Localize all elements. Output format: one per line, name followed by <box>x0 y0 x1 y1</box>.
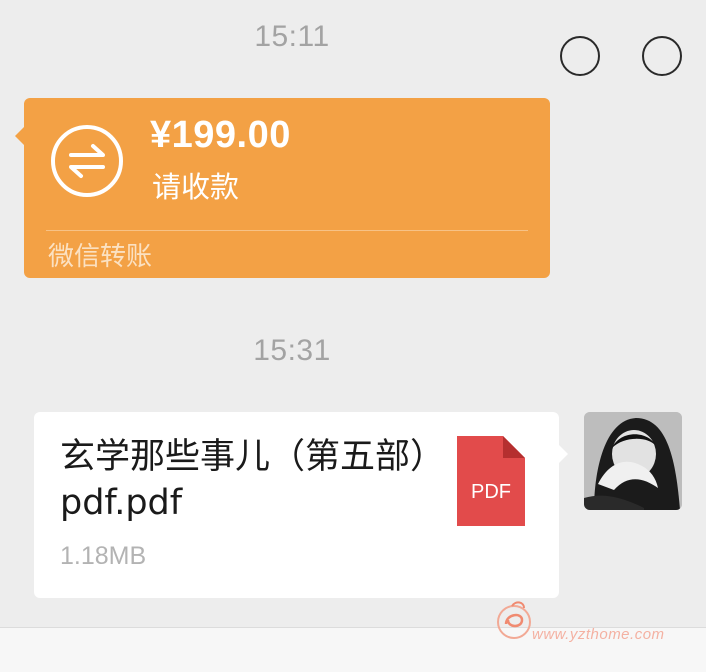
transfer-arrows-icon <box>51 125 123 197</box>
plus-icon[interactable] <box>642 36 682 76</box>
avatar-image <box>584 412 682 510</box>
transfer-footer-label: 微信转账 <box>48 242 153 272</box>
transfer-message-bubble[interactable]: ¥199.00 请收款 微信转账 <box>15 98 550 278</box>
avatar[interactable] <box>584 412 682 510</box>
pdf-file-icon: PDF <box>457 436 525 526</box>
pdf-icon-label: PDF <box>471 481 511 503</box>
transfer-amount: ¥199.00 <box>150 114 291 156</box>
divider <box>46 230 528 231</box>
emoji-icon[interactable] <box>560 36 600 76</box>
file-message-bubble[interactable]: 玄学那些事儿（第五部）pdf.pdf 1.18MB PDF <box>34 412 568 598</box>
timestamp: 15:11 <box>254 20 330 53</box>
file-size: 1.18MB <box>60 542 147 570</box>
bubble-tail <box>15 126 25 146</box>
timestamp: 15:31 <box>253 334 331 367</box>
input-toolbar <box>0 627 706 672</box>
bubble-tail <box>558 444 568 464</box>
transfer-status: 请收款 <box>152 170 240 204</box>
file-name: 玄学那些事儿（第五部）pdf.pdf <box>60 437 428 523</box>
